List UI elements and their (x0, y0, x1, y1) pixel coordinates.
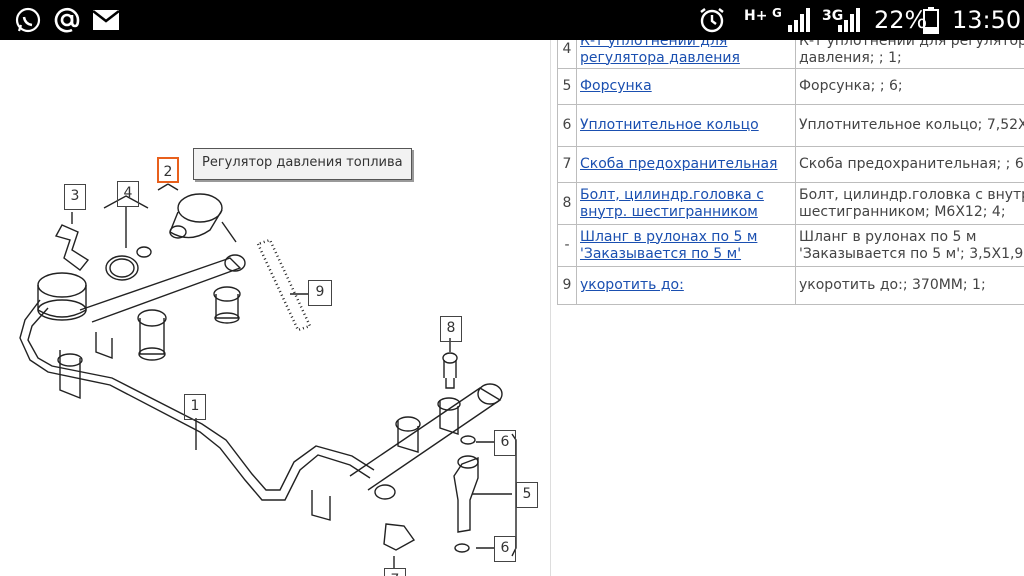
row-number: 7 (557, 146, 577, 183)
part-link[interactable]: К-т уплотнений для регулятора давления (580, 40, 740, 66)
alarm-icon (698, 6, 726, 34)
part-description: Шланг в рулонах по 5 м 'Заказывается по … (795, 224, 1024, 267)
part-description: К-т уплотнений для регулятора давления; … (795, 40, 1024, 69)
part-description: укоротить до:; 370MM; 1; (795, 266, 1024, 305)
row-number: 8 (557, 182, 577, 225)
signal-icon (836, 6, 862, 34)
table-row: 9 укоротить до: укоротить до:; 370MM; 1; (557, 266, 1024, 305)
callout-9[interactable]: 9 (308, 280, 332, 306)
status-bar: H+ G 3G 22% 13:50 (0, 0, 1024, 40)
part-link[interactable]: Шланг в рулонах по 5 м 'Заказывается по … (580, 229, 757, 262)
part-link[interactable]: Уплотнительное кольцо (580, 117, 759, 133)
part-tooltip: Регулятор давления топлива (193, 148, 412, 180)
part-link[interactable]: укоротить до: (580, 277, 684, 293)
clock-time: 13:50 (952, 6, 1022, 34)
callout-5[interactable]: 5 (516, 482, 538, 508)
tooltip-text: Регулятор давления топлива (202, 155, 403, 170)
table-row: - Шланг в рулонах по 5 м 'Заказывается п… (557, 224, 1024, 267)
callout-3[interactable]: 3 (64, 184, 86, 210)
part-link[interactable]: Болт, цилиндр.головка с внутр. шестигран… (580, 187, 764, 220)
part-description: Уплотнительное кольцо; 7,52X3 12; (795, 104, 1024, 147)
callout-4[interactable]: 4 (117, 181, 139, 207)
callout-8[interactable]: 8 (440, 316, 462, 342)
table-row: 6 Уплотнительное кольцо Уплотнительное к… (557, 104, 1024, 147)
callout-2[interactable]: 2 (157, 157, 179, 183)
signal-icon (786, 6, 812, 34)
part-description: Болт, цилиндр.головка с внутр. шестигран… (795, 182, 1024, 225)
battery-icon (922, 6, 940, 34)
row-number: 6 (557, 104, 577, 147)
parts-diagram[interactable]: 2 3 4 9 8 1 6 5 6 7 (0, 40, 550, 576)
parts-table-panel[interactable]: 4 К-т уплотнений для регулятора давления… (557, 40, 1024, 310)
table-row: 5 Форсунка Форсунка; ; 6; (557, 68, 1024, 105)
battery-percent: 22% (874, 6, 928, 34)
row-number: 9 (557, 266, 577, 305)
callout-6-top[interactable]: 6 (494, 430, 516, 456)
callout-6-bottom[interactable]: 6 (494, 536, 516, 562)
row-number: - (557, 224, 577, 267)
table-row: 7 Скоба предохранительная Скоба предохра… (557, 146, 1024, 183)
table-row: 8 Болт, цилиндр.головка с внутр. шестигр… (557, 182, 1024, 225)
mail-icon (92, 6, 120, 34)
part-link[interactable]: Скоба предохранительная (580, 156, 777, 172)
network-type-1-sub: G (772, 6, 782, 20)
parts-table: 4 К-т уплотнений для регулятора давления… (557, 40, 1024, 305)
callout-7[interactable]: 7 (384, 568, 406, 576)
at-sign-icon (52, 6, 82, 34)
part-description: Скоба предохранительная; ; 6; (795, 146, 1024, 183)
part-description: Форсунка; ; 6; (795, 68, 1024, 105)
table-row: 4 К-т уплотнений для регулятора давления… (557, 40, 1024, 69)
part-link[interactable]: Форсунка (580, 78, 652, 94)
network-type-1: H+ (744, 8, 768, 24)
row-number: 5 (557, 68, 577, 105)
row-number: 4 (557, 40, 577, 69)
whatsapp-icon (14, 6, 42, 34)
fuel-rail-drawing (19, 183, 517, 568)
panel-divider (550, 40, 551, 576)
callout-1[interactable]: 1 (184, 394, 206, 420)
